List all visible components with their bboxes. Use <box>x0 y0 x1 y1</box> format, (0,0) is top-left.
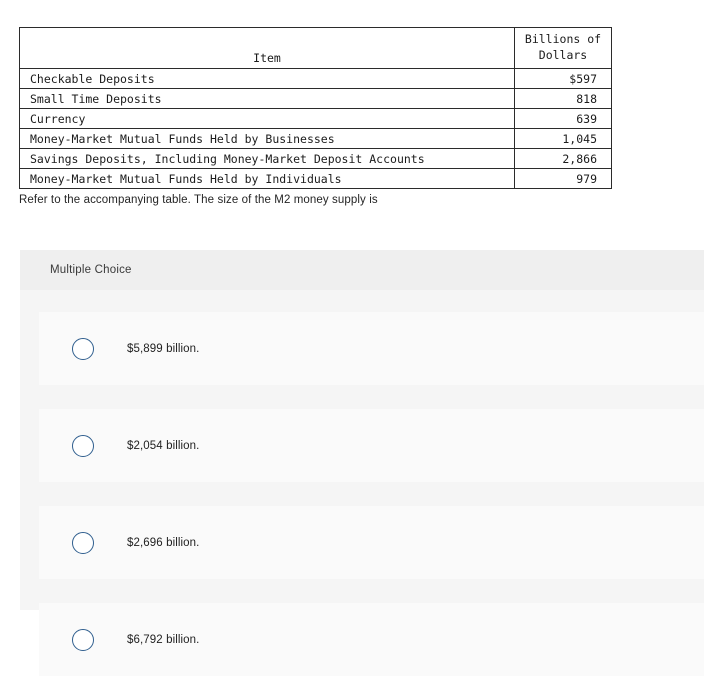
answer-option-label: $2,696 billion. <box>127 536 200 549</box>
radio-unchecked-icon[interactable] <box>72 531 94 554</box>
table-cell-value: 818 <box>514 88 612 109</box>
table-cell-value: 639 <box>514 108 612 129</box>
column-header-units-line2: Dollars <box>538 48 588 62</box>
table-row: Small Time Deposits 818 <box>19 88 612 109</box>
radio-unchecked-icon[interactable] <box>72 337 94 360</box>
table-cell-value: 1,045 <box>514 128 612 149</box>
table-row: Savings Deposits, Including Money-Market… <box>19 148 612 169</box>
answer-options-list: $5,899 billion. $2,054 billion. $2,696 b… <box>20 290 704 676</box>
radio-unchecked-icon[interactable] <box>72 628 94 651</box>
money-supply-table-container: Item Billions of Dollars Checkable Depos… <box>19 27 612 189</box>
table-cell-item: Checkable Deposits <box>19 68 515 89</box>
radio-unchecked-icon[interactable] <box>72 434 94 457</box>
answer-option-row[interactable]: $2,696 billion. <box>39 506 704 579</box>
table-cell-item: Money-Market Mutual Funds Held by Busine… <box>19 128 515 149</box>
table-cell-value: 979 <box>514 168 612 189</box>
answer-option-label: $6,792 billion. <box>127 633 200 646</box>
table-row: Money-Market Mutual Funds Held by Indivi… <box>19 168 612 189</box>
table-cell-value: $597 <box>514 68 612 89</box>
table-cell-value: 2,866 <box>514 148 612 169</box>
answer-card: Multiple Choice $5,899 billion. $2,054 b… <box>20 250 704 676</box>
table-body: Checkable Deposits $597 Small Time Depos… <box>19 68 612 189</box>
table-header: Item Billions of Dollars <box>19 27 612 69</box>
column-header-item: Item <box>19 27 515 69</box>
table-cell-item: Currency <box>19 108 515 129</box>
question-prompt: Refer to the accompanying table. The siz… <box>19 194 378 206</box>
money-supply-table: Item Billions of Dollars Checkable Depos… <box>19 27 612 189</box>
answer-option-row[interactable]: $6,792 billion. <box>39 603 704 676</box>
question-type-label: Multiple Choice <box>50 264 132 276</box>
table-row: Checkable Deposits $597 <box>19 68 612 89</box>
table-row: Money-Market Mutual Funds Held by Busine… <box>19 128 612 149</box>
column-header-units: Billions of Dollars <box>514 27 612 69</box>
answer-option-label: $5,899 billion. <box>127 342 200 355</box>
table-cell-item: Savings Deposits, Including Money-Market… <box>19 148 515 169</box>
table-cell-item: Small Time Deposits <box>19 88 515 109</box>
answer-option-row[interactable]: $5,899 billion. <box>39 312 704 385</box>
table-cell-item: Money-Market Mutual Funds Held by Indivi… <box>19 168 515 189</box>
table-header-row: Item Billions of Dollars <box>19 27 612 69</box>
column-header-units-line1: Billions of <box>524 32 602 46</box>
table-row: Currency 639 <box>19 108 612 129</box>
answer-card-header: Multiple Choice <box>20 250 704 290</box>
answer-option-label: $2,054 billion. <box>127 439 200 452</box>
answer-option-row[interactable]: $2,054 billion. <box>39 409 704 482</box>
